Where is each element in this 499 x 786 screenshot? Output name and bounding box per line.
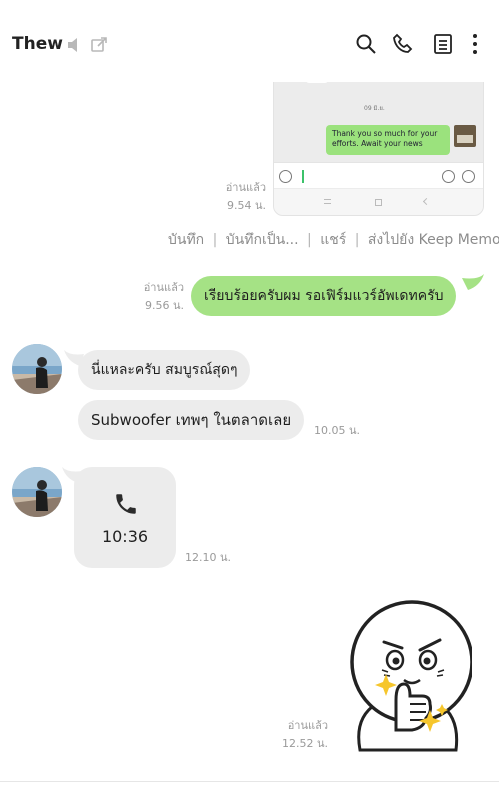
- call-icon[interactable]: [392, 33, 414, 55]
- message-meta: อ่านแล้ว 12.52 น.: [258, 717, 328, 753]
- more-icon[interactable]: [466, 33, 484, 55]
- read-status: อ่านแล้ว: [287, 719, 328, 732]
- inner-nav-bar: [274, 189, 483, 215]
- inner-back-icon: [279, 170, 292, 183]
- inner-thumbnail: [454, 125, 476, 147]
- inner-caret: [302, 170, 304, 183]
- message-time: 9.54 น.: [226, 199, 266, 212]
- inner-plus-icon: [462, 170, 475, 183]
- action-separator: |: [307, 232, 312, 248]
- call-record-bubble[interactable]: 10:36: [74, 467, 176, 568]
- message-meta: อ่านแล้ว 9.56 น.: [110, 279, 184, 315]
- chat-header: Thew: [0, 0, 499, 82]
- read-status: อ่านแล้ว: [143, 281, 184, 294]
- action-separator: |: [354, 232, 360, 248]
- message-time: 9.56 น.: [144, 299, 184, 312]
- inner-input-bar: [274, 162, 483, 188]
- message-time: 12.10 น.: [185, 551, 232, 564]
- phone-icon: [113, 491, 139, 517]
- inner-date: 09 มิ.ย.: [364, 105, 385, 112]
- chat-title: Thew: [12, 34, 63, 54]
- search-icon[interactable]: [355, 33, 377, 55]
- inner-menu-icon: [324, 199, 331, 204]
- sticker-message[interactable]: [340, 600, 474, 752]
- share-action[interactable]: แชร์: [320, 232, 346, 248]
- inner-emoji-icon: [442, 170, 455, 183]
- read-status: อ่านแล้ว: [225, 181, 266, 194]
- action-separator: |: [212, 232, 218, 248]
- sent-message-bubble[interactable]: เรียบร้อยครับผม รอเฟิร์มแวร์อัพเดทครับ: [191, 276, 457, 316]
- mute-icon[interactable]: [66, 36, 84, 54]
- keep-memo-action[interactable]: ส่งไปยัง Keep Memo: [368, 232, 499, 248]
- inner-home-icon: [375, 199, 382, 206]
- received-message-bubble[interactable]: นี่แหละครับ สมบูรณ์สุดๆ: [78, 350, 251, 390]
- received-message-bubble[interactable]: Subwoofer เทพๆ ในตลาดเลย: [78, 400, 305, 440]
- notes-icon[interactable]: [432, 33, 454, 55]
- contact-avatar[interactable]: [12, 344, 62, 394]
- inner-message-bubble: Thank you so much for your efforts. Awai…: [326, 125, 450, 155]
- save-action[interactable]: บันทึก: [168, 232, 204, 248]
- inner-back-nav-icon: [422, 197, 431, 206]
- message-time: 10.05 น.: [314, 424, 361, 437]
- bubble-tail: [462, 274, 484, 290]
- call-duration: 10:36: [101, 527, 149, 546]
- popout-icon[interactable]: [90, 36, 108, 54]
- contact-avatar[interactable]: [12, 467, 62, 517]
- message-meta: อ่านแล้ว 9.54 น.: [190, 179, 266, 215]
- image-message[interactable]: 09 มิ.ย. Thank you so much for your effo…: [273, 60, 484, 216]
- message-time: 12.52 น.: [281, 737, 328, 750]
- image-actions: บันทึก | บันทึกเป็น... | แชร์ | ส่งไปยัง…: [168, 229, 499, 251]
- divider: [0, 781, 499, 782]
- save-as-action[interactable]: บันทึกเป็น...: [226, 232, 299, 248]
